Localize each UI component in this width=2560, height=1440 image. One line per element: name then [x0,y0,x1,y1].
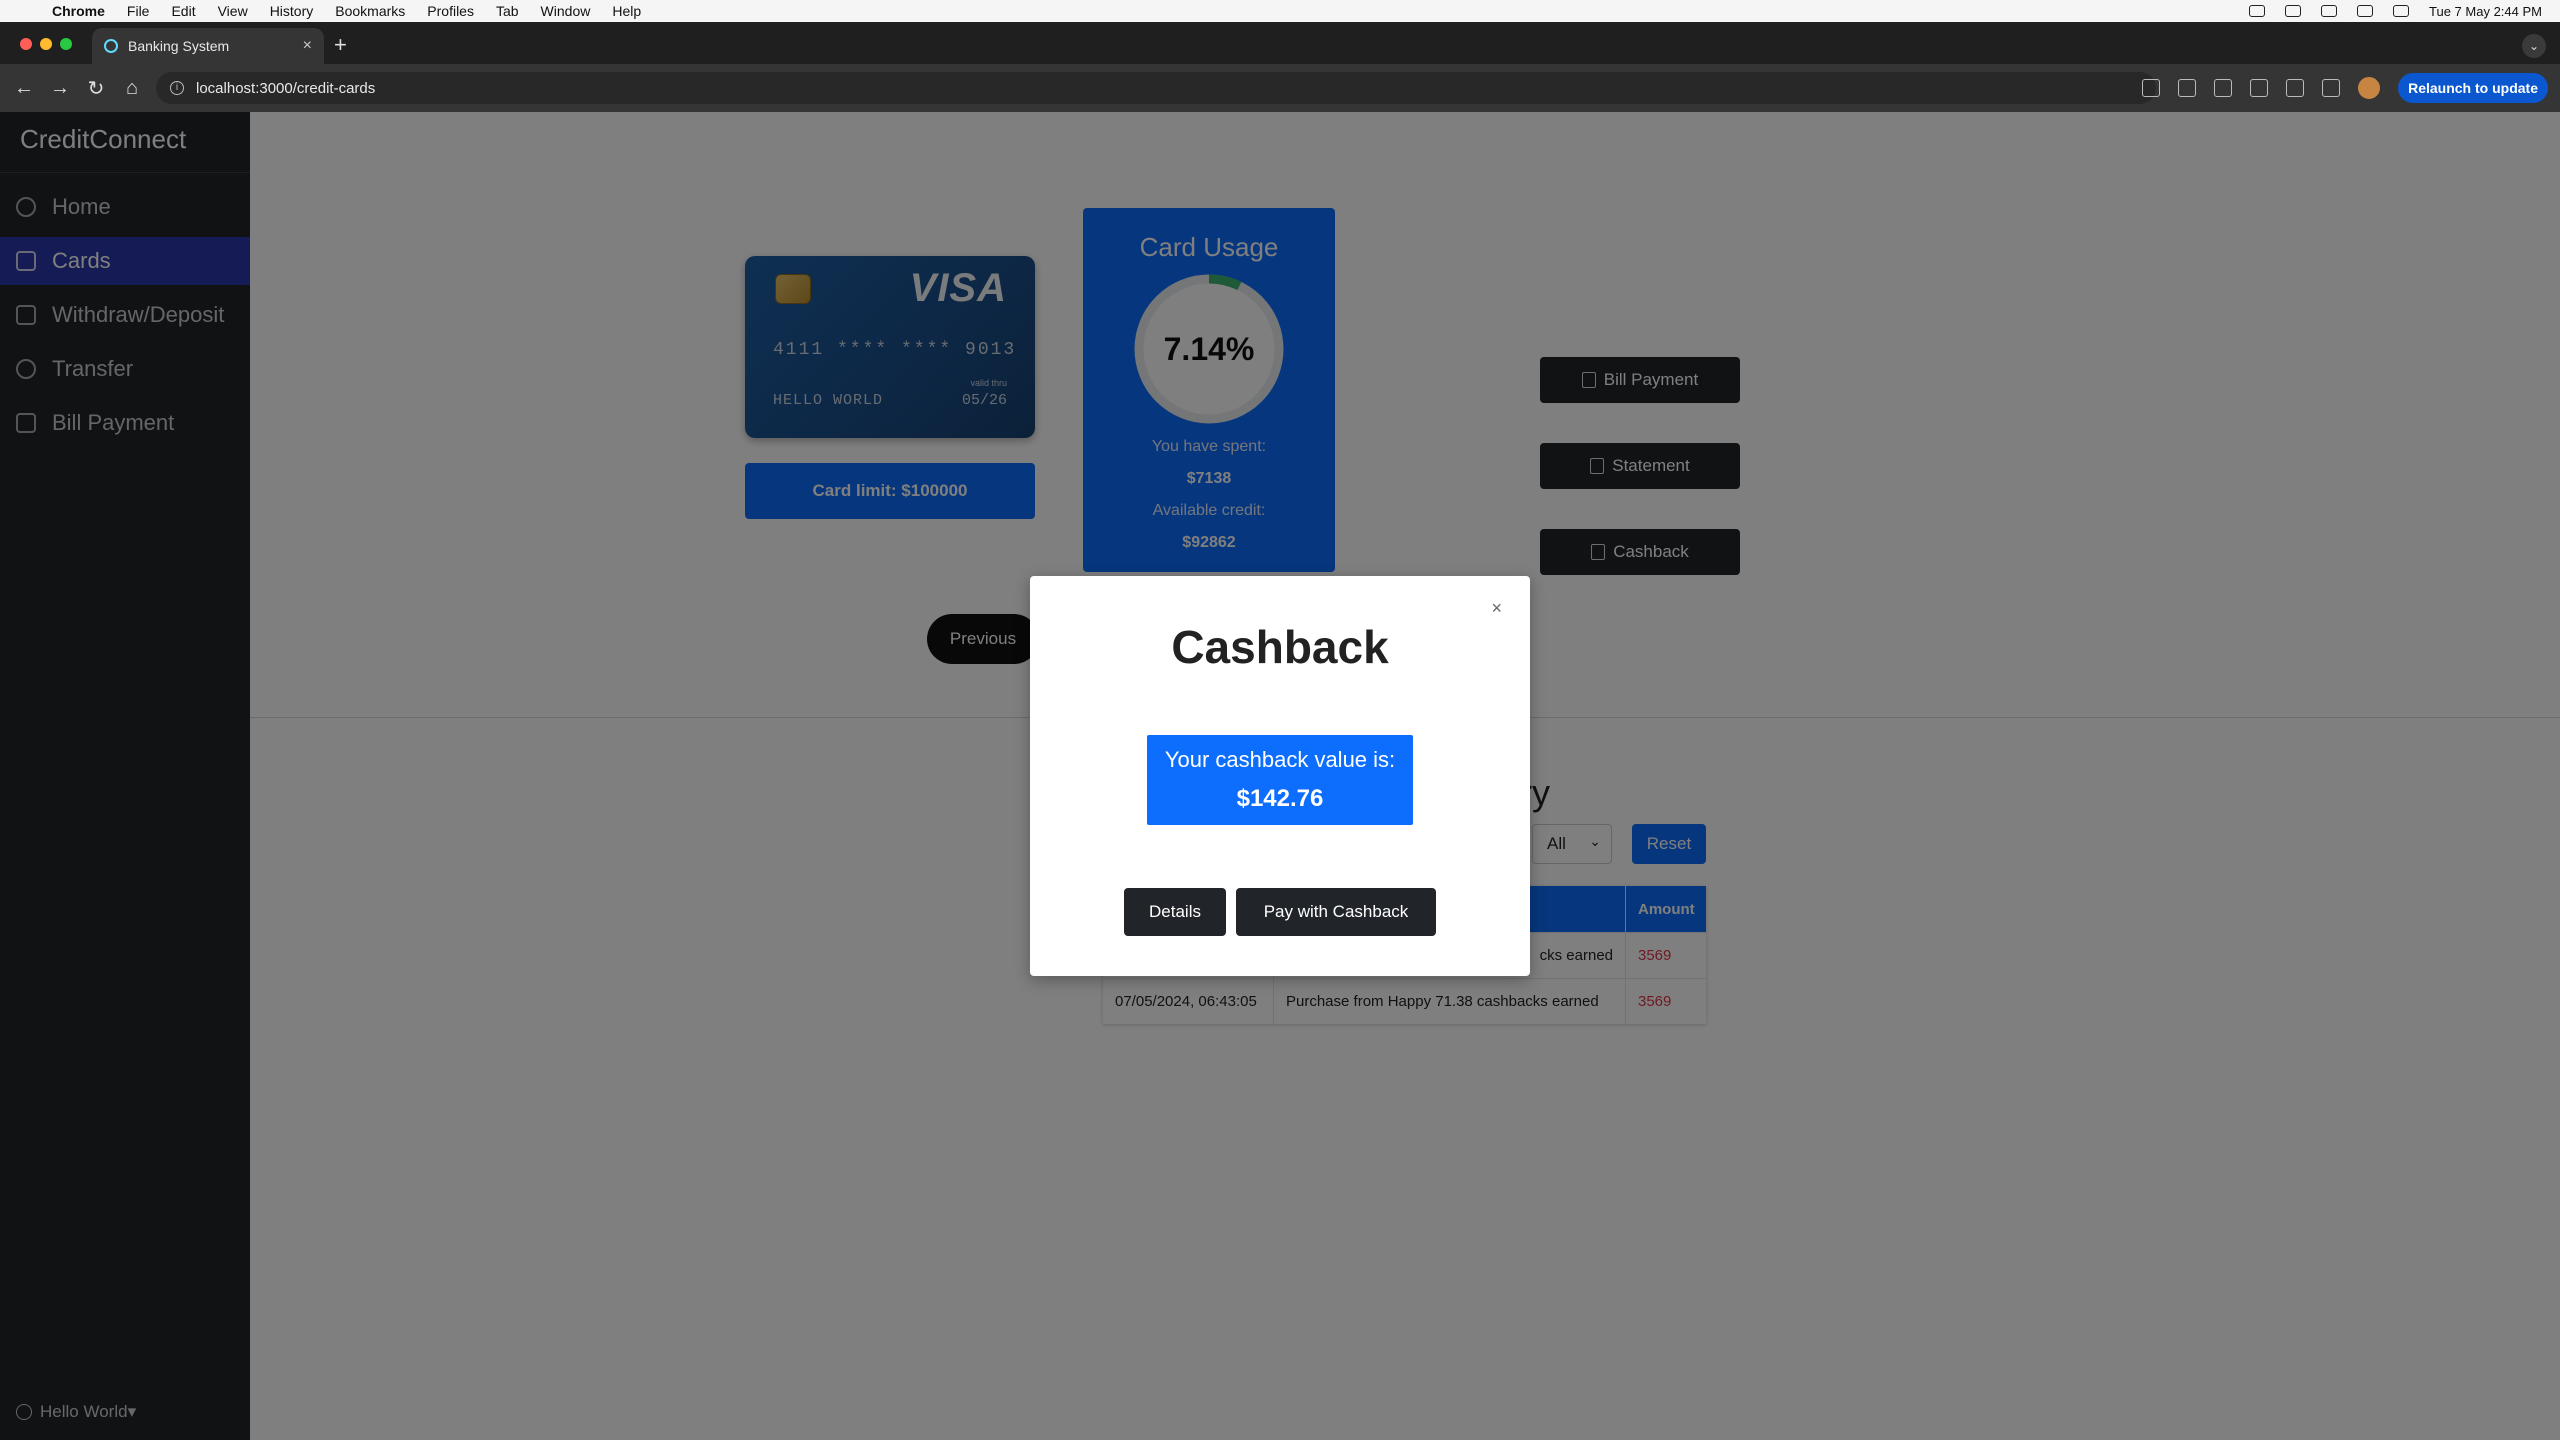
window-zoom-button[interactable] [60,38,72,50]
address-url: localhost:3000/credit-cards [196,79,376,97]
window-minimize-button[interactable] [40,38,52,50]
new-tab-icon[interactable]: + [334,32,347,58]
password-key-icon[interactable] [2142,79,2161,97]
browser-tab[interactable]: Banking System × [92,28,324,64]
extension-icon[interactable] [2214,79,2233,97]
menubar-clock[interactable]: Tue 7 May 2:44 PM [2429,4,2542,19]
details-button[interactable]: Details [1124,888,1226,936]
menu-history[interactable]: History [270,3,314,19]
menu-bookmarks[interactable]: Bookmarks [335,3,405,19]
status-area: Tue 7 May 2:44 PM [2249,0,2542,22]
menu-profiles[interactable]: Profiles [427,3,474,19]
site-info-icon[interactable]: i [170,81,184,95]
profile-avatar[interactable] [2358,77,2381,99]
modal-title: Cashback [1171,621,1389,673]
menu-view[interactable]: View [218,3,248,19]
toolbar-right: Relaunch to update [2142,64,2560,112]
menu-file[interactable]: File [127,3,150,19]
relaunch-button[interactable]: Relaunch to update [2398,73,2548,103]
menu-edit[interactable]: Edit [171,3,195,19]
browser-tab-strip: Banking System × + ⌄ [0,22,2560,64]
reload-icon[interactable]: ↻ [78,76,114,101]
macos-menu-bar: Chrome File Edit View History Bookmarks … [0,0,2560,22]
menu-tab[interactable]: Tab [496,3,519,19]
browser-toolbar: ← → ↻ ⌂ i localhost:3000/credit-cards Re… [0,64,2560,112]
tab-close-icon[interactable]: × [303,37,312,55]
address-bar[interactable]: i localhost:3000/credit-cards [156,72,2156,104]
pay-with-cashback-button[interactable]: Pay with Cashback [1236,888,1436,936]
window-close-button[interactable] [20,38,32,50]
search-icon[interactable] [2357,5,2374,17]
control-center-icon[interactable] [2393,5,2410,17]
tab-search-icon[interactable]: ⌄ [2522,34,2546,58]
back-icon[interactable]: ← [6,77,42,100]
react-favicon-icon [104,39,118,53]
puzzle-extensions-icon[interactable] [2286,79,2305,97]
menu-window[interactable]: Window [541,3,591,19]
forward-icon[interactable]: → [42,77,78,100]
home-icon[interactable]: ⌂ [114,77,150,100]
menu-app-name[interactable]: Chrome [52,3,105,19]
battery-icon[interactable] [2285,5,2302,17]
side-panel-icon[interactable] [2322,79,2341,97]
cashback-value: $142.76 [1236,785,1324,812]
menu-help[interactable]: Help [612,3,641,19]
cashback-value-label: Your cashback value is: [1164,747,1396,772]
close-icon[interactable]: × [1491,598,1502,619]
bluetooth-icon[interactable] [2249,5,2266,17]
tab-title: Banking System [128,38,230,54]
web-page: CreditConnect Home Cards Withdraw/Deposi… [0,112,2560,1440]
shield-extension-icon[interactable] [2250,79,2269,97]
wifi-icon[interactable] [2321,5,2338,17]
cashback-modal: × Cashback Your cashback value is: $142.… [1030,576,1530,976]
cashback-value-box: Your cashback value is: $142.76 [1147,735,1413,825]
bookmark-star-icon[interactable] [2178,79,2197,97]
